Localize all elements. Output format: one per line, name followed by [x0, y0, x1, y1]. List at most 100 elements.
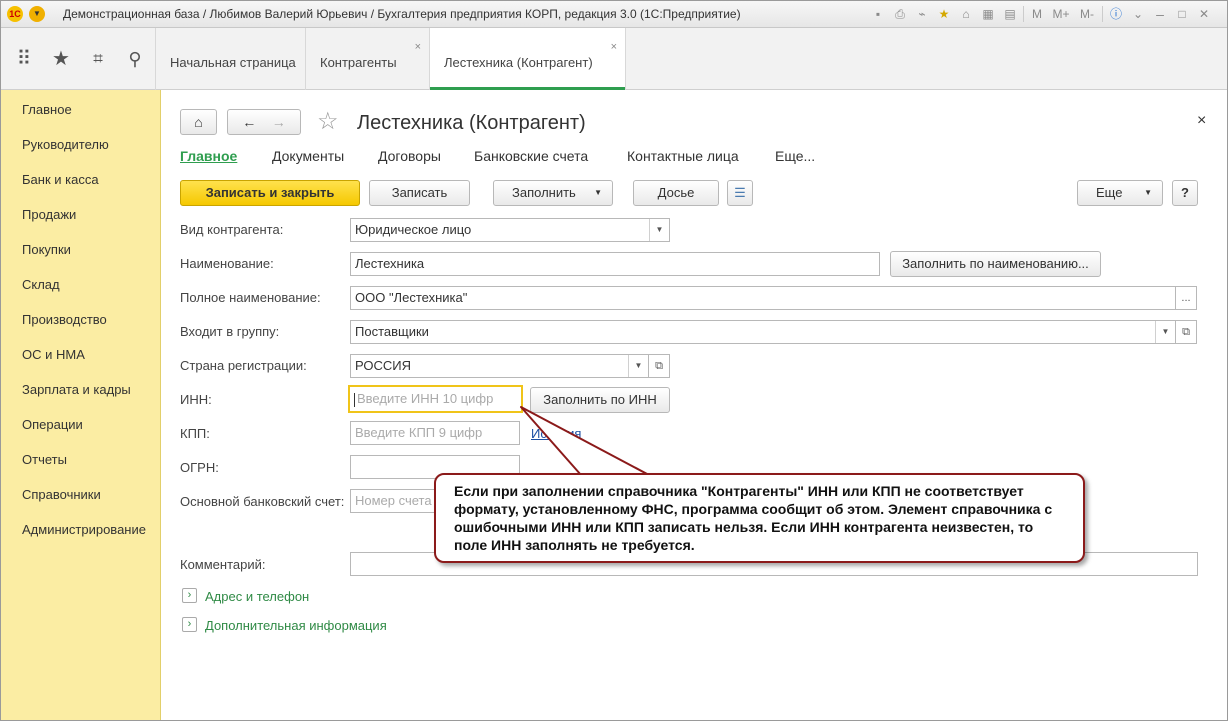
form-tab-contracts[interactable]: Договоры — [378, 148, 441, 164]
tab-lestehnika[interactable]: Лестехника (Контрагент) × — [429, 28, 626, 90]
tab-counterparties[interactable]: Контрагенты × — [305, 28, 429, 90]
calculator-icon[interactable]: ▤ — [1001, 5, 1019, 23]
form-close-icon[interactable]: × — [1197, 112, 1206, 130]
tab-label: Контрагенты — [320, 55, 397, 70]
callout-note: Если при заполнении справочника "Контраг… — [434, 473, 1085, 563]
form-tab-main[interactable]: Главное — [180, 148, 237, 164]
sidebar-item-main[interactable]: Главное — [22, 102, 72, 117]
form-tab-contacts[interactable]: Контактные лица — [627, 148, 739, 164]
home-button[interactable]: ⌂ — [180, 109, 217, 135]
save-icon[interactable]: ▪ — [869, 5, 887, 23]
sidebar-item-production[interactable]: Производство — [22, 312, 107, 327]
more-button-label: Еще — [1096, 185, 1123, 200]
sidebar-item-salary[interactable]: Зарплата и кадры — [22, 382, 131, 397]
calendar-icon[interactable]: ▦ — [979, 5, 997, 23]
open-group-icon[interactable]: ⧉ — [1175, 320, 1197, 344]
chevron-down-icon[interactable]: ▼ — [1155, 321, 1175, 343]
group-label: Входит в группу: — [180, 324, 280, 339]
app-logo-icon: 1С — [7, 6, 23, 22]
search-icon[interactable]: ⚲ — [118, 28, 152, 90]
name-label: Наименование: — [180, 256, 274, 271]
kpp-history-link[interactable]: История — [531, 426, 581, 441]
chevron-down-icon[interactable]: ▼ — [649, 219, 669, 241]
sidebar: Главное Руководителю Банк и касса Продаж… — [1, 90, 161, 720]
sidebar-item-warehouse[interactable]: Склад — [22, 277, 60, 292]
sidebar-item-catalogs[interactable]: Справочники — [22, 487, 101, 502]
sidebar-item-sales[interactable]: Продажи — [22, 207, 76, 222]
chevron-down-icon: ▼ — [594, 188, 602, 197]
print-icon[interactable]: ⎙ — [891, 5, 909, 23]
save-and-close-button[interactable]: Записать и закрыть — [180, 180, 360, 206]
country-select[interactable]: РОССИЯ ▼ — [350, 354, 649, 378]
maximize-icon[interactable]: □ — [1173, 5, 1191, 23]
kind-label: Вид контрагента: — [180, 222, 284, 237]
title-bar: 1С ▼ Демонстрационная база / Любимов Вал… — [1, 1, 1227, 28]
form-tab-bank-accounts[interactable]: Банковские счета — [474, 148, 588, 164]
kind-select[interactable]: Юридическое лицо ▼ — [350, 218, 670, 242]
tab-home-page[interactable]: Начальная страница — [155, 28, 305, 90]
memory-plus-button[interactable]: M+ — [1050, 5, 1072, 23]
back-forward-buttons[interactable]: ← → — [227, 109, 301, 135]
save-button[interactable]: Записать — [369, 180, 470, 206]
kpp-input[interactable]: Введите КПП 9 цифр — [350, 421, 520, 445]
kind-value: Юридическое лицо — [355, 222, 472, 237]
full-name-label: Полное наименование: — [180, 290, 321, 305]
sidebar-item-admin[interactable]: Администрирование — [22, 522, 146, 537]
history-icon[interactable]: ⌂ — [957, 5, 975, 23]
favorites-icon[interactable]: ★ — [935, 5, 953, 23]
section-navbar: ⠿ ★ ⌗ ⚲ Начальная страница Контрагенты × … — [1, 28, 1227, 90]
sidebar-item-operations[interactable]: Операции — [22, 417, 83, 432]
memory-button[interactable]: M — [1028, 5, 1046, 23]
dossier-button[interactable]: Досье — [633, 180, 719, 206]
expand-address-icon[interactable]: › — [182, 588, 197, 603]
inn-input[interactable]: Введите ИНН 10 цифр — [348, 385, 523, 413]
link-icon[interactable]: ⌁ — [913, 5, 931, 23]
country-label: Страна регистрации: — [180, 358, 307, 373]
tab-close-icon[interactable]: × — [415, 42, 421, 53]
fill-button-label: Заполнить — [512, 185, 576, 200]
app-window: 1С ▼ Демонстрационная база / Любимов Вал… — [0, 0, 1228, 721]
group-value: Поставщики — [355, 324, 429, 339]
list-icon[interactable]: ☰ — [727, 180, 753, 206]
tab-label: Начальная страница — [170, 55, 296, 70]
form-tab-more[interactable]: Еще... — [775, 148, 815, 164]
group-select[interactable]: Поставщики ▼ — [350, 320, 1176, 344]
star-icon[interactable]: ★ — [44, 28, 78, 90]
history-icon[interactable]: ⌗ — [81, 28, 115, 90]
sidebar-item-bank[interactable]: Банк и касса — [22, 172, 99, 187]
ogrn-label: ОГРН: — [180, 460, 219, 475]
callout-text: Если при заполнении справочника "Контраг… — [454, 483, 1053, 553]
form-tab-documents[interactable]: Документы — [272, 148, 344, 164]
address-section-link[interactable]: Адрес и телефон — [205, 589, 309, 604]
favorite-star-icon[interactable]: ☆ — [317, 107, 339, 136]
sidebar-item-assets[interactable]: ОС и НМА — [22, 347, 85, 362]
fill-by-inn-button[interactable]: Заполнить по ИНН — [530, 387, 670, 413]
bank-account-label: Основной банковский счет: — [180, 494, 345, 509]
form-area: ⌂ ← → ☆ Лестехника (Контрагент) × Главно… — [161, 90, 1227, 720]
main-menu-icon[interactable]: ▼ — [29, 6, 45, 22]
chevron-down-icon[interactable]: ⌄ — [1129, 5, 1147, 23]
comment-label: Комментарий: — [180, 557, 266, 572]
sidebar-item-purchases[interactable]: Покупки — [22, 242, 71, 257]
kpp-label: КПП: — [180, 426, 210, 441]
help-button[interactable]: ? — [1172, 180, 1198, 206]
close-icon[interactable]: ✕ — [1195, 5, 1213, 23]
apps-grid-icon[interactable]: ⠿ — [7, 28, 41, 90]
more-button[interactable]: Еще ▼ — [1077, 180, 1163, 206]
sidebar-item-reports[interactable]: Отчеты — [22, 452, 67, 467]
minimize-icon[interactable]: – — [1151, 5, 1169, 23]
fill-button[interactable]: Заполнить ▼ — [493, 180, 613, 206]
tab-close-icon[interactable]: × — [611, 42, 617, 53]
fill-by-name-button[interactable]: Заполнить по наименованию... — [890, 251, 1101, 277]
memory-minus-button[interactable]: M- — [1076, 5, 1098, 23]
chevron-down-icon: ▼ — [1144, 188, 1152, 197]
expand-additional-icon[interactable]: › — [182, 617, 197, 632]
open-country-icon[interactable]: ⧉ — [648, 354, 670, 378]
sidebar-item-manager[interactable]: Руководителю — [22, 137, 109, 152]
additional-section-link[interactable]: Дополнительная информация — [205, 618, 387, 633]
full-name-input[interactable]: ООО "Лестехника" — [350, 286, 1176, 310]
open-full-name-button[interactable]: ... — [1175, 286, 1197, 310]
info-icon[interactable]: ⓘ — [1107, 5, 1125, 23]
name-input[interactable]: Лестехника — [350, 252, 880, 276]
chevron-down-icon[interactable]: ▼ — [628, 355, 648, 377]
